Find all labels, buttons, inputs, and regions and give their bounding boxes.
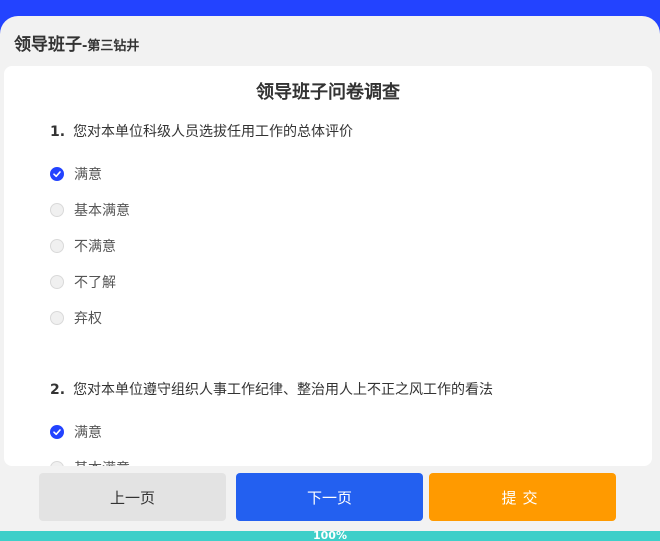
header-org: 领导班子: [14, 35, 82, 55]
option-label: 基本满意: [74, 203, 130, 219]
radio-checked-icon[interactable]: [50, 167, 64, 181]
submit-button[interactable]: 提交: [429, 473, 616, 521]
option-satisfied[interactable]: 满意: [50, 414, 630, 450]
question-2: 2. 您对本单位遵守组织人事工作纪律、整治用人上不正之风工作的看法 满意 基本满意: [50, 380, 630, 466]
footer-bar: 上一页 下一页 提交: [0, 472, 660, 529]
option-label: 弃权: [74, 311, 102, 327]
page-header: 领导班子-第三钻井: [14, 30, 139, 55]
option-unsatisfied[interactable]: 不满意: [50, 228, 630, 264]
option-label: 不满意: [74, 239, 116, 255]
option-abstain[interactable]: 弃权: [50, 300, 630, 336]
radio-unchecked-icon[interactable]: [50, 203, 64, 217]
option-label: 基本满意: [74, 458, 130, 466]
option-label: 满意: [74, 167, 102, 183]
progress-bar: 100%: [0, 529, 660, 541]
option-list: 满意 基本满意 不满意 不了解 弃权: [50, 156, 630, 336]
survey-card[interactable]: 领导班子问卷调查 1. 您对本单位科级人员选拔任用工作的总体评价 满意 基本满意: [4, 66, 652, 466]
question-text: 1. 您对本单位科级人员选拔任用工作的总体评价: [50, 122, 630, 142]
radio-checked-icon[interactable]: [50, 425, 64, 439]
question-1: 1. 您对本单位科级人员选拔任用工作的总体评价 满意 基本满意 不满意 不了解 …: [50, 122, 630, 336]
question-number: 2.: [50, 382, 66, 398]
app-panel: 领导班子-第三钻井 领导班子问卷调查 1. 您对本单位科级人员选拔任用工作的总体评…: [0, 16, 660, 541]
option-list: 满意 基本满意: [50, 414, 630, 466]
radio-unchecked-icon[interactable]: [50, 275, 64, 289]
progress-text: 100%: [313, 529, 347, 541]
question-number: 1.: [50, 124, 66, 140]
option-label: 满意: [74, 425, 102, 441]
radio-unchecked-icon[interactable]: [50, 311, 64, 325]
option-unknown[interactable]: 不了解: [50, 264, 630, 300]
option-satisfied[interactable]: 满意: [50, 156, 630, 192]
option-basically-satisfied[interactable]: 基本满意: [50, 192, 630, 228]
radio-unchecked-icon[interactable]: [50, 239, 64, 253]
radio-unchecked-icon[interactable]: [50, 461, 64, 466]
question-label: 您对本单位遵守组织人事工作纪律、整治用人上不正之风工作的看法: [73, 382, 494, 398]
option-label: 不了解: [74, 275, 116, 291]
survey-title: 领导班子问卷调查: [256, 82, 400, 103]
option-basically-satisfied[interactable]: 基本满意: [50, 450, 630, 466]
prev-page-button[interactable]: 上一页: [39, 473, 226, 521]
question-label: 您对本单位科级人员选拔任用工作的总体评价: [73, 124, 354, 140]
header-sub: -第三钻井: [82, 39, 140, 54]
question-text: 2. 您对本单位遵守组织人事工作纪律、整治用人上不正之风工作的看法: [50, 380, 630, 400]
next-page-button[interactable]: 下一页: [236, 473, 423, 521]
